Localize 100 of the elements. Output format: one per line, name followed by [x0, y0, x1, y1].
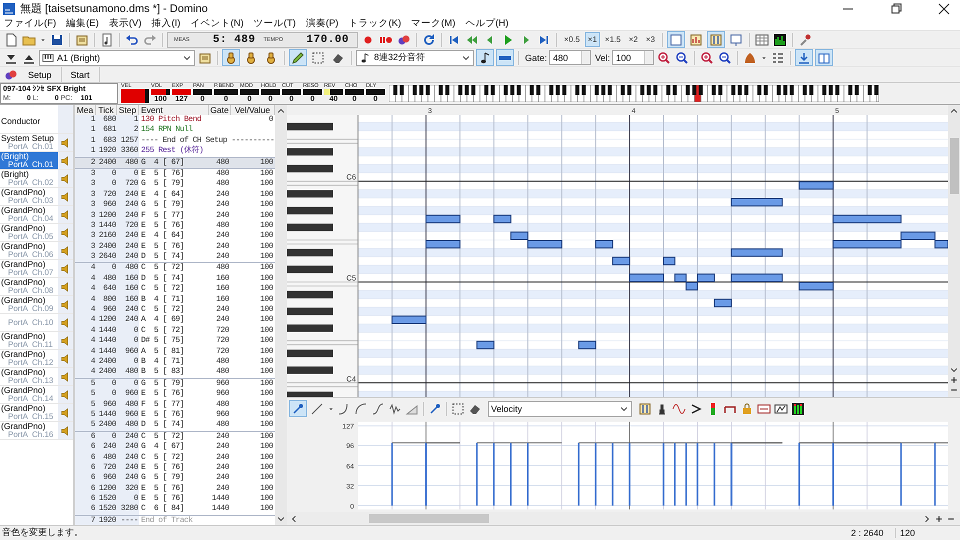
- event-row[interactable]: 3 1440 720 E 5 [ 76] 480 100: [75, 220, 275, 232]
- track-item[interactable]: (GrandPno) PortA Ch.03: [0, 188, 73, 206]
- event-row[interactable]: 4 0 480 C 5 [ 72] 480 100: [75, 262, 275, 274]
- velocity-bar[interactable]: [510, 442, 528, 506]
- zoom-button[interactable]: ×1.5: [602, 32, 624, 47]
- note-block[interactable]: [663, 256, 676, 266]
- properties-icon[interactable]: [75, 32, 89, 46]
- undo-icon[interactable]: [125, 32, 139, 46]
- menu-item[interactable]: マーク(M): [411, 17, 456, 30]
- view-button[interactable]: Setup: [19, 67, 62, 82]
- scroll-thumb[interactable]: [369, 514, 489, 524]
- velocity-bar[interactable]: [696, 442, 715, 506]
- view-button[interactable]: Start: [62, 67, 100, 82]
- velocity-bar[interactable]: [578, 442, 596, 506]
- velocity-bar[interactable]: [900, 442, 936, 506]
- event-row[interactable]: 6 0 240 C 5 [ 72] 240 100: [75, 430, 275, 442]
- restore-icon[interactable]: [889, 2, 903, 16]
- menu-item[interactable]: 表示(V): [108, 17, 142, 30]
- velocity-bar[interactable]: [527, 442, 562, 506]
- note-block[interactable]: [832, 214, 902, 224]
- list-icon[interactable]: [771, 50, 786, 64]
- lock-icon[interactable]: [740, 402, 754, 416]
- track-item[interactable]: (GrandPno) PortA Ch.13: [0, 368, 73, 386]
- event-row[interactable]: 1 680 1 130 Pitch Bend 0: [75, 115, 275, 126]
- track-item[interactable]: (GrandPno) PortA Ch.07: [0, 260, 73, 278]
- velocity-bar[interactable]: [628, 442, 664, 506]
- scrollbar[interactable]: [948, 105, 960, 397]
- event-row[interactable]: 5 0 0 G 5 [ 79] 960 100: [75, 378, 275, 390]
- menu-item[interactable]: イベント(N): [190, 17, 244, 30]
- settings-icon[interactable]: [798, 32, 812, 46]
- velocity-spinbox[interactable]: 100: [612, 50, 654, 65]
- event-row[interactable]: 4 1440 0 C 5 [ 72] 720 100: [75, 326, 275, 336]
- event-row[interactable]: 4 1440 960 A 5 [ 81] 720 100: [75, 346, 275, 357]
- track-item[interactable]: (GrandPno) PortA Ch.05: [0, 224, 73, 242]
- event-row[interactable]: 1 681 2 154 RPN Null: [75, 125, 275, 136]
- zoom-in-icon[interactable]: [700, 50, 714, 64]
- scrollbar[interactable]: [287, 512, 960, 525]
- note-block[interactable]: [578, 340, 596, 350]
- event-row[interactable]: 6 480 240 C 5 [ 72] 240 100: [75, 452, 275, 463]
- event-row[interactable]: 4 1200 240 A 4 [ 69] 240 100: [75, 315, 275, 326]
- cone-icon[interactable]: [743, 50, 758, 64]
- properties-icon[interactable]: [198, 50, 212, 64]
- event-row[interactable]: 4 800 160 B 4 [ 71] 160 100: [75, 294, 275, 306]
- select-rect-icon[interactable]: [451, 402, 465, 416]
- velocity-bar[interactable]: [685, 442, 698, 506]
- velocity-bar[interactable]: [391, 442, 426, 506]
- track-item[interactable]: (GrandPno) PortA Ch.04: [0, 206, 73, 224]
- wave-icon[interactable]: [388, 402, 402, 416]
- menu-item[interactable]: 挿入(I): [151, 17, 180, 30]
- event-row[interactable]: 3 2400 240 E 5 [ 76] 240 100: [75, 242, 275, 252]
- columns-panel-icon[interactable]: [638, 402, 652, 416]
- pen-icon[interactable]: [428, 402, 442, 416]
- grid-icon[interactable]: [754, 32, 769, 46]
- note-block[interactable]: [510, 232, 528, 240]
- note-block[interactable]: [493, 214, 512, 224]
- event-row[interactable]: 4 960 240 C 5 [ 72] 240 100: [75, 305, 275, 316]
- document-icon[interactable]: [100, 32, 114, 46]
- velocity-bar[interactable]: [612, 442, 630, 506]
- piano-keyboard-drawing[interactable]: [287, 114, 358, 397]
- velocity-bar[interactable]: [493, 442, 512, 506]
- event-row[interactable]: 3 0 0 E 5 [ 76] 480 100: [75, 168, 275, 180]
- event-row[interactable]: 5 1440 960 E 5 [ 76] 960 100: [75, 410, 275, 420]
- menu-item[interactable]: ファイル(F): [4, 17, 56, 30]
- event-row[interactable]: 3 0 720 G 5 [ 79] 480 100: [75, 179, 275, 190]
- event-row[interactable]: 6 960 240 G 5 [ 79] 240 100: [75, 473, 275, 484]
- velocity-bar[interactable]: [662, 442, 676, 506]
- note-block[interactable]: [426, 214, 460, 224]
- track-item[interactable]: (GrandPno) PortA Ch.16: [0, 422, 73, 440]
- event-row[interactable]: 2 2400 480 G 4 [ 67] 480 100: [75, 156, 275, 168]
- scroll-thumb[interactable]: [950, 138, 958, 194]
- track-item[interactable]: (GrandPno) PortA Ch.12: [0, 350, 73, 368]
- note-block[interactable]: [595, 240, 614, 248]
- velocity-bar[interactable]: [674, 442, 687, 506]
- event-row[interactable]: 3 720 240 E 4 [ 64] 240 100: [75, 190, 275, 200]
- track-item[interactable]: (GrandPno) PortA Ch.15: [0, 404, 73, 422]
- menu-item[interactable]: 編集(E): [66, 17, 99, 30]
- sine-icon[interactable]: [672, 402, 686, 416]
- curve-icon[interactable]: [354, 402, 368, 416]
- event-row[interactable]: 4 2400 480 B 5 [ 83] 480 100: [75, 367, 275, 378]
- menu-item[interactable]: ヘルプ(H): [465, 17, 509, 30]
- track-item[interactable]: (GrandPno) PortA Ch.11: [0, 332, 73, 350]
- event-row[interactable]: 6 720 240 E 5 [ 76] 240 100: [75, 462, 275, 474]
- event-row[interactable]: 6 240 240 G 4 [ 67] 240 100: [75, 442, 275, 452]
- controller-dropdown[interactable]: Velocity: [488, 400, 632, 417]
- new-file-icon[interactable]: [4, 32, 18, 46]
- track-item[interactable]: Conductor: [0, 105, 73, 134]
- level-meter-icon[interactable]: [791, 402, 805, 416]
- event-row[interactable]: 1 1920 3360 255 Rest (休符): [75, 146, 275, 157]
- note-grid[interactable]: [358, 114, 948, 397]
- velocity-graph[interactable]: [358, 422, 948, 510]
- zoom-out-icon[interactable]: [718, 50, 732, 64]
- close-icon[interactable]: [937, 2, 951, 16]
- track-item[interactable]: (Bright) PortA Ch.02: [0, 170, 73, 188]
- event-row[interactable]: 3 2640 240 D 5 [ 74] 240 100: [75, 252, 275, 262]
- zoom-button[interactable]: ×3: [642, 32, 658, 47]
- menu-item[interactable]: ツール(T): [254, 17, 296, 30]
- note-length-dropdown[interactable]: 8連32分音符: [356, 50, 474, 66]
- level-meter-icon[interactable]: [772, 32, 787, 46]
- note-block[interactable]: [798, 181, 834, 190]
- note-block[interactable]: [612, 256, 630, 266]
